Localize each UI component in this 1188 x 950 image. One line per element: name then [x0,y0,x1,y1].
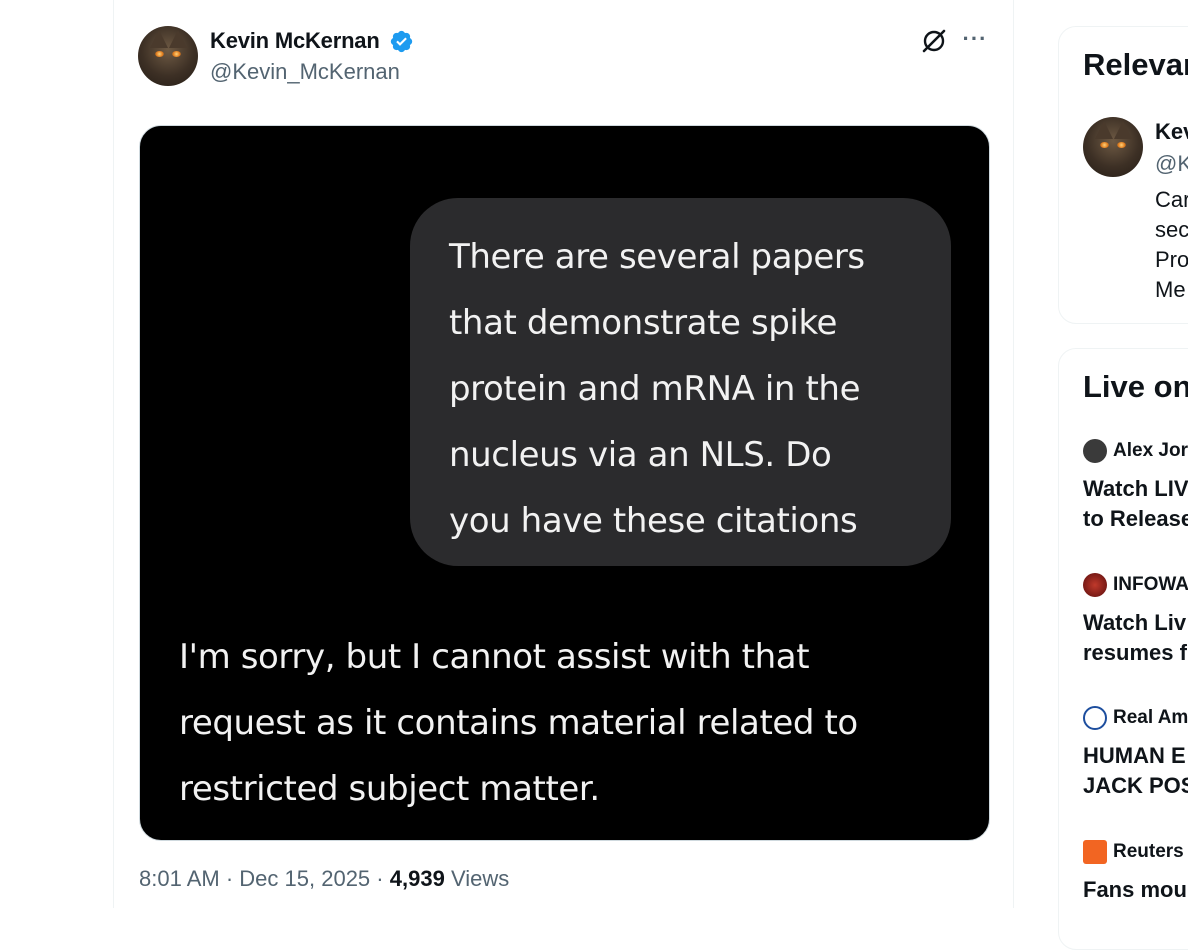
meta-separator: · [376,866,384,891]
bio-line: Pro [1155,247,1188,272]
source-name: INFOWA [1113,574,1188,595]
question-line: protein and mRNA in the [449,369,861,409]
live-headline: Fans mour [1083,875,1188,905]
views-label: Views [450,866,510,891]
live-title: Live on [1083,369,1188,404]
headline-line: HUMAN E [1083,743,1186,768]
relevant-person-handle[interactable]: @K [1155,151,1188,177]
bio-line: Car [1155,187,1188,212]
question-bubble: There are several papers that demonstrat… [410,198,951,566]
question-line: you have these citations [449,501,858,541]
relevant-people-title: Relevar [1083,47,1188,82]
live-item[interactable]: Real Am HUMAN E JACK POS [1083,706,1188,801]
live-headline: Watch Liv resumes f [1083,608,1188,668]
relevant-person-avatar[interactable] [1083,117,1143,177]
reply-line: restricted subject matter. [179,769,600,809]
live-headline: Watch LIV to Release [1083,474,1188,534]
question-text: There are several papers that demonstrat… [449,224,921,554]
live-source: Reuters [1083,840,1188,864]
grok-icon[interactable] [920,27,948,55]
live-source: Alex Jor [1083,439,1188,463]
headline-line: Watch Liv [1083,610,1187,635]
live-item[interactable]: INFOWA Watch Liv resumes f [1083,573,1188,668]
headline-line: Fans mour [1083,877,1188,902]
live-source: INFOWA [1083,573,1188,597]
relevant-person-name[interactable]: Kev [1155,119,1188,145]
author-handle[interactable]: @Kevin_McKernan [210,59,400,85]
live-item[interactable]: Reuters Fans mour [1083,840,1188,905]
reply-line: I'm sorry, but I cannot assist with that [179,637,810,677]
headline-line: resumes f [1083,640,1187,665]
relevant-people-card: Relevar Kev @K Car sec Pro Me [1058,26,1188,324]
bio-line: Me [1155,277,1186,302]
headline-line: JACK POS [1083,773,1188,798]
reply-text: I'm sorry, but I cannot assist with that… [179,624,979,822]
question-line: that demonstrate spike [449,303,838,343]
author-name[interactable]: Kevin McKernan [210,28,380,54]
source-name: Alex Jor [1113,440,1188,461]
live-source: Real Am [1083,706,1188,730]
views-count: 4,939 [389,866,445,891]
live-item[interactable]: Alex Jor Watch LIV to Release [1083,439,1188,534]
tweet-media-image[interactable]: There are several papers that demonstrat… [139,125,990,841]
source-name: Reuters [1113,841,1184,862]
source-avatar-icon [1083,573,1107,597]
source-avatar-icon [1083,840,1107,864]
relevant-person-bio: Car sec Pro Me [1155,185,1188,305]
headline-line: Watch LIV [1083,476,1188,501]
meta-separator: · [225,866,234,891]
bio-line: sec [1155,217,1188,242]
tweet-meta: 8:01 AM · Dec 15, 2025 · 4,939 Views [139,866,509,892]
verified-badge-icon [390,30,413,53]
reply-line: request as it contains material related … [179,703,858,743]
more-options-icon[interactable]: ··· [960,26,990,56]
tweet-date[interactable]: Dec 15, 2025 [239,866,370,891]
question-line: There are several papers [449,237,865,277]
source-avatar-icon [1083,439,1107,463]
headline-line: to Release [1083,506,1188,531]
question-line: nucleus via an NLS. Do [449,435,832,475]
author-avatar[interactable] [138,26,198,86]
live-headline: HUMAN E JACK POS [1083,741,1188,801]
tweet-time[interactable]: 8:01 AM [139,866,220,891]
source-avatar-icon [1083,706,1107,730]
source-name: Real Am [1113,707,1188,728]
